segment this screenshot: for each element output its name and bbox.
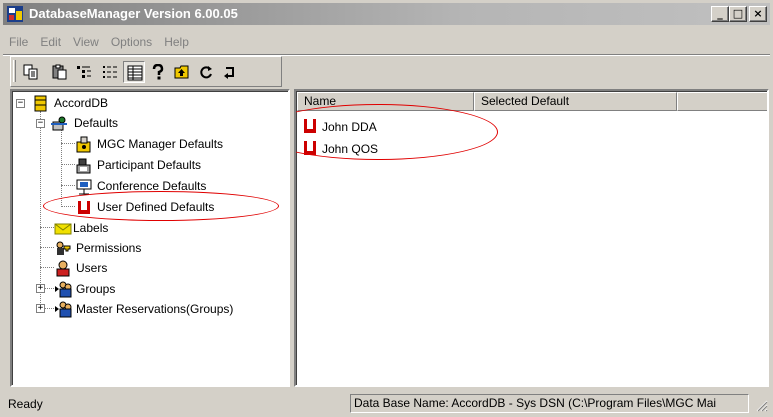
menu-options[interactable]: Options [105, 32, 158, 52]
tree-label: Master Reservations(Groups) [76, 302, 234, 316]
tree-node-accorddb[interactable]: − AccordDB [16, 93, 136, 113]
menu-file[interactable]: File [3, 32, 34, 52]
window-title: DatabaseManager Version 6.00.05 [29, 6, 238, 21]
labels-icon [54, 223, 72, 235]
status-ready: Ready [8, 397, 43, 411]
permissions-icon [56, 241, 71, 255]
menu-edit[interactable]: Edit [34, 32, 67, 52]
tree-node-labels[interactable]: Labels [52, 218, 172, 238]
tree-label: Participant Defaults [97, 158, 202, 172]
column-header-selected-default[interactable]: Selected Default [474, 92, 677, 111]
tree-label: Defaults [74, 116, 119, 130]
status-db-info: Data Base Name: AccordDB - Sys DSN (C:\P… [350, 394, 749, 413]
rotate-icon [224, 67, 234, 79]
annotation-ellipse [43, 191, 279, 221]
tree-label: Groups [76, 282, 116, 296]
master-reservations-icon [55, 301, 72, 318]
grid-view-button[interactable] [123, 61, 145, 83]
status-bar: Ready Data Base Name: AccordDB - Sys DSN… [3, 392, 770, 414]
tree-connector [61, 123, 62, 207]
grid-view-icon [127, 65, 143, 81]
tree-view-icon [77, 66, 91, 78]
refresh-icon [200, 66, 212, 79]
manager-icon [76, 136, 91, 153]
tree-label: AccordDB [54, 96, 109, 110]
paste-icon [52, 64, 67, 80]
resize-grip-icon[interactable] [754, 398, 768, 412]
minimize-button[interactable]: _ [711, 6, 729, 22]
help-icon [152, 64, 164, 80]
tree-label: Users [76, 261, 108, 275]
app-icon [7, 6, 23, 22]
tree-node-master-reservations[interactable]: + Master Reservations(Groups) [32, 299, 288, 319]
defaults-icon [51, 116, 67, 131]
participant-icon [76, 158, 91, 174]
maximize-button[interactable]: □ [729, 6, 747, 22]
collapse-toggle[interactable]: − [16, 99, 25, 108]
tree-node-permissions[interactable]: Permissions [52, 238, 192, 258]
details-view-button[interactable] [99, 61, 121, 83]
tree-pane[interactable]: − AccordDB − Defaults MGC Manager Defaul… [10, 89, 290, 387]
details-view-icon [103, 66, 117, 78]
tree-node-participant-defaults[interactable]: Participant Defaults [73, 155, 253, 175]
copy-icon [23, 64, 38, 80]
tree-label: MGC Manager Defaults [97, 137, 224, 151]
menu-bar: File Edit View Options Help [3, 32, 195, 52]
tree-view-button[interactable] [73, 61, 95, 83]
database-manager-window: DatabaseManager Version 6.00.05 _ □ × Fi… [0, 0, 773, 417]
up-folder-icon [174, 65, 189, 79]
groups-icon [55, 281, 72, 298]
tree-label: Permissions [76, 241, 142, 255]
conference-icon [76, 179, 92, 195]
expand-toggle[interactable]: + [36, 284, 45, 293]
menu-help[interactable]: Help [158, 32, 195, 52]
users-icon [56, 260, 70, 277]
tree-node-users[interactable]: Users [52, 258, 172, 278]
paste-button[interactable] [49, 61, 71, 83]
rotate-button[interactable] [219, 61, 241, 83]
column-header-empty[interactable] [677, 92, 767, 111]
copy-button[interactable] [20, 61, 42, 83]
close-button[interactable]: × [749, 6, 767, 22]
database-icon [34, 95, 47, 112]
tree-node-groups[interactable]: + Groups [32, 279, 172, 299]
expand-toggle[interactable]: + [36, 304, 45, 313]
help-button[interactable] [147, 61, 169, 83]
tree-label: Labels [73, 221, 109, 235]
up-folder-button[interactable] [171, 61, 193, 83]
collapse-toggle[interactable]: − [36, 119, 45, 128]
toolbar [10, 56, 282, 87]
list-pane[interactable]: Name Selected Default John DDA John QOS [294, 89, 769, 387]
tree-node-defaults[interactable]: − Defaults [32, 113, 152, 133]
toolbar-grip[interactable] [13, 60, 16, 82]
tree-node-mgc-manager-defaults[interactable]: MGC Manager Defaults [73, 134, 273, 154]
refresh-button[interactable] [195, 61, 217, 83]
title-bar[interactable]: DatabaseManager Version 6.00.05 _ □ × [3, 3, 770, 25]
menu-view[interactable]: View [67, 32, 105, 52]
